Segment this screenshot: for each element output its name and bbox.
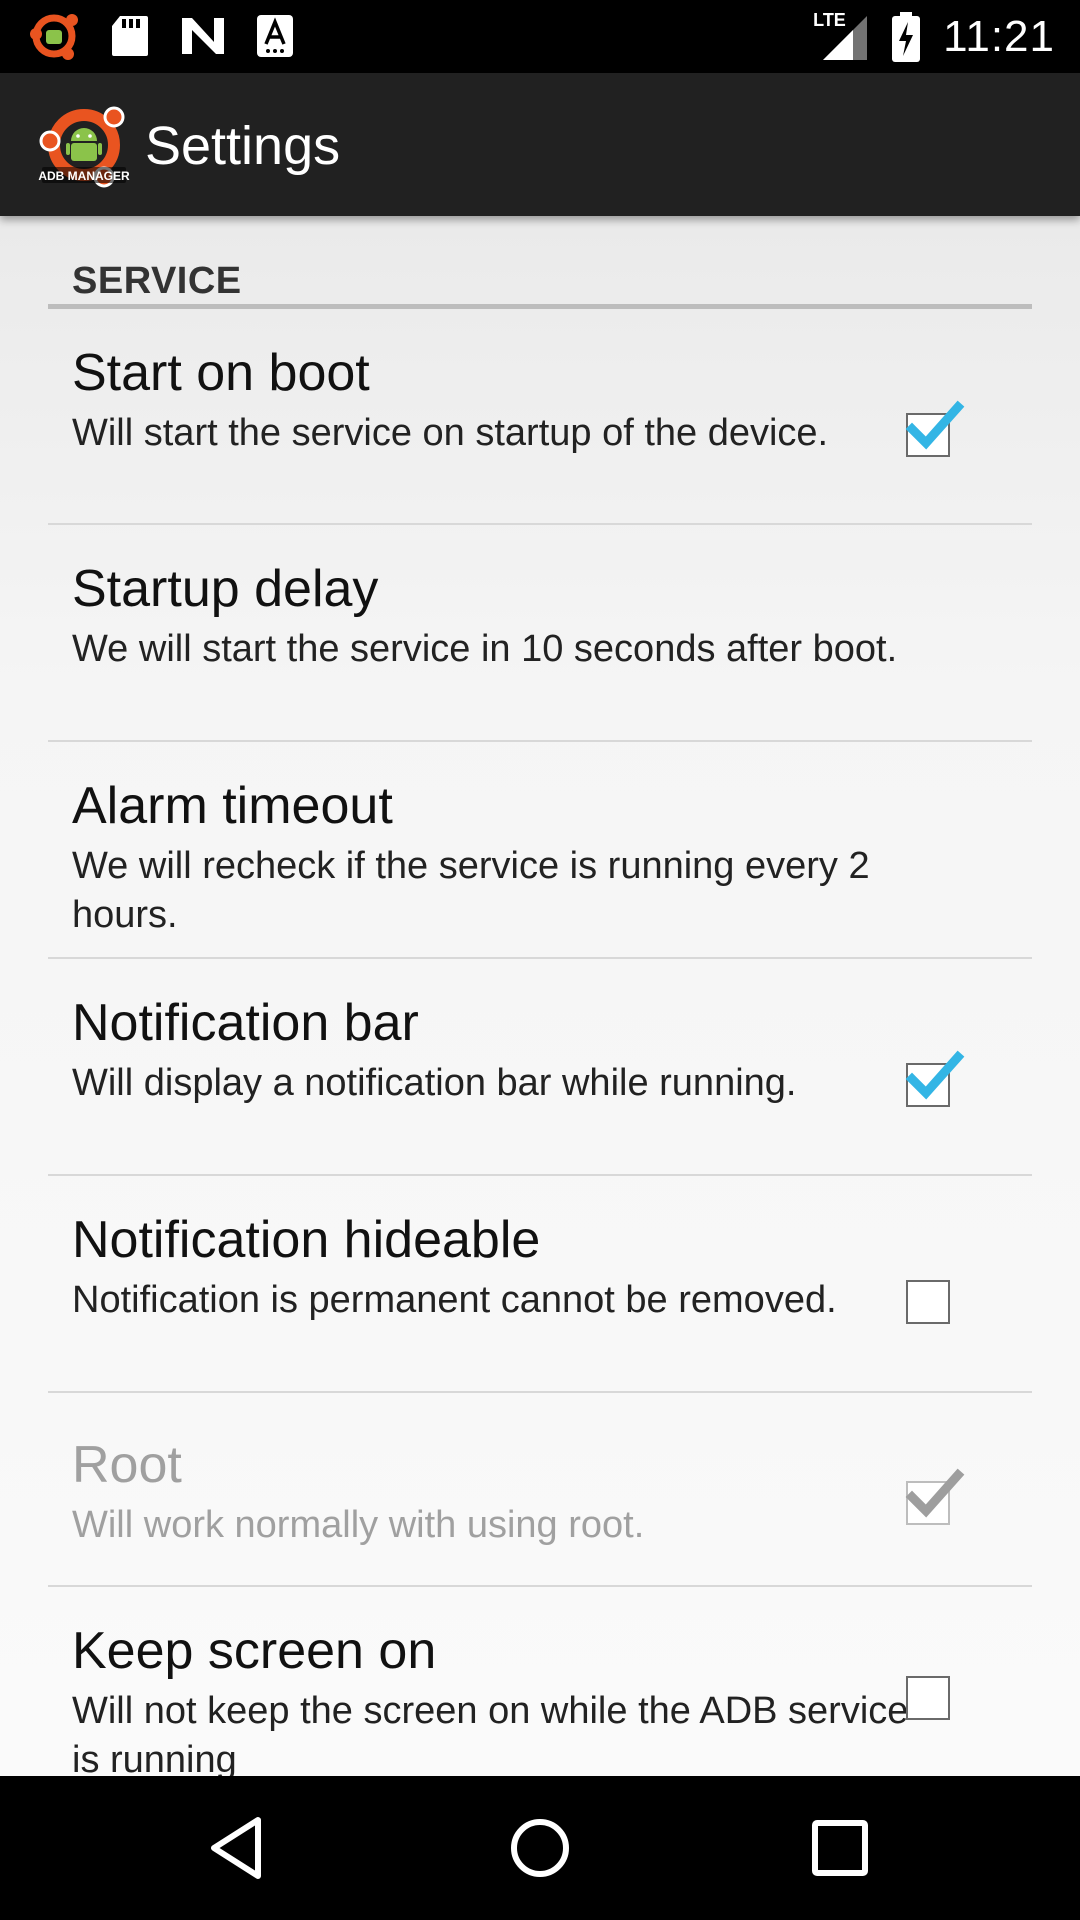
pref-title: Start on boot	[72, 344, 370, 402]
pref-notification-hideable[interactable]: Notification hideable Notification is pe…	[48, 1176, 1032, 1393]
pref-title: Root	[72, 1436, 182, 1494]
checkmark-icon	[905, 1050, 965, 1100]
pref-title: Startup delay	[72, 560, 379, 618]
battery-charging-icon	[892, 11, 921, 62]
action-bar: ADB MANAGER Settings	[0, 73, 1080, 216]
section-header-label: SERVICE	[72, 260, 242, 302]
signal-indicator: LTE	[813, 10, 869, 62]
app-logo-text: ADB MANAGER	[38, 169, 130, 183]
pref-root: Root Will work normally with using root.	[48, 1393, 1032, 1587]
pref-title: Keep screen on	[72, 1622, 437, 1680]
back-icon[interactable]	[200, 1808, 280, 1888]
pref-summary: We will recheck if the service is runnin…	[72, 845, 870, 936]
pref-summary: Notification is permanent cannot be remo…	[72, 1279, 837, 1321]
pref-title: Notification bar	[72, 994, 419, 1052]
adb-manager-notification-icon	[30, 14, 78, 60]
status-bar-system: LTE 11:21	[813, 0, 1055, 73]
sd-card-icon	[112, 16, 148, 56]
start-on-boot-checkbox[interactable]	[905, 400, 965, 457]
pref-summary: Will work normally with using root.	[72, 1504, 645, 1546]
keep-screen-on-checkbox[interactable]	[906, 1676, 950, 1720]
pref-summary: Will display a notification bar while ru…	[72, 1062, 797, 1104]
signal-icon	[823, 15, 868, 60]
status-bar: LTE 11:21	[0, 0, 1080, 73]
n-logo-icon	[182, 18, 224, 54]
navigation-bar	[0, 1776, 1080, 1920]
checkmark-icon	[905, 400, 965, 450]
pref-alarm-timeout[interactable]: Alarm timeout We will recheck if the ser…	[48, 742, 1032, 959]
section-header-service: SERVICE	[48, 240, 1032, 309]
pref-summary: Will start the service on startup of the…	[72, 412, 829, 454]
root-checkbox	[905, 1468, 965, 1525]
pref-summary: We will start the service in 10 seconds …	[72, 628, 898, 670]
pref-title: Alarm timeout	[72, 777, 393, 835]
app-logo-icon[interactable]: ADB MANAGER	[38, 97, 130, 189]
pref-title: Notification hideable	[72, 1211, 541, 1269]
pref-startup-delay[interactable]: Startup delay We will start the service …	[48, 525, 1032, 742]
checkmark-icon	[905, 1468, 965, 1518]
keyboard-a-icon	[257, 15, 293, 57]
pref-summary: Will not keep the screen on while the AD…	[72, 1690, 909, 1776]
status-bar-notifications	[28, 10, 294, 62]
notification-hideable-checkbox[interactable]	[906, 1280, 950, 1324]
pref-notification-bar[interactable]: Notification bar Will display a notifica…	[48, 959, 1032, 1176]
page-title: Settings	[145, 116, 341, 176]
settings-list: SERVICE Start on boot Will start the ser…	[0, 216, 1080, 1776]
recents-icon[interactable]	[800, 1808, 880, 1888]
home-icon[interactable]	[500, 1808, 580, 1888]
pref-start-on-boot[interactable]: Start on boot Will start the service on …	[48, 309, 1032, 525]
notification-bar-checkbox[interactable]	[905, 1050, 965, 1107]
status-time: 11:21	[943, 11, 1055, 61]
pref-keep-screen-on[interactable]: Keep screen on Will not keep the screen …	[48, 1587, 1032, 1776]
